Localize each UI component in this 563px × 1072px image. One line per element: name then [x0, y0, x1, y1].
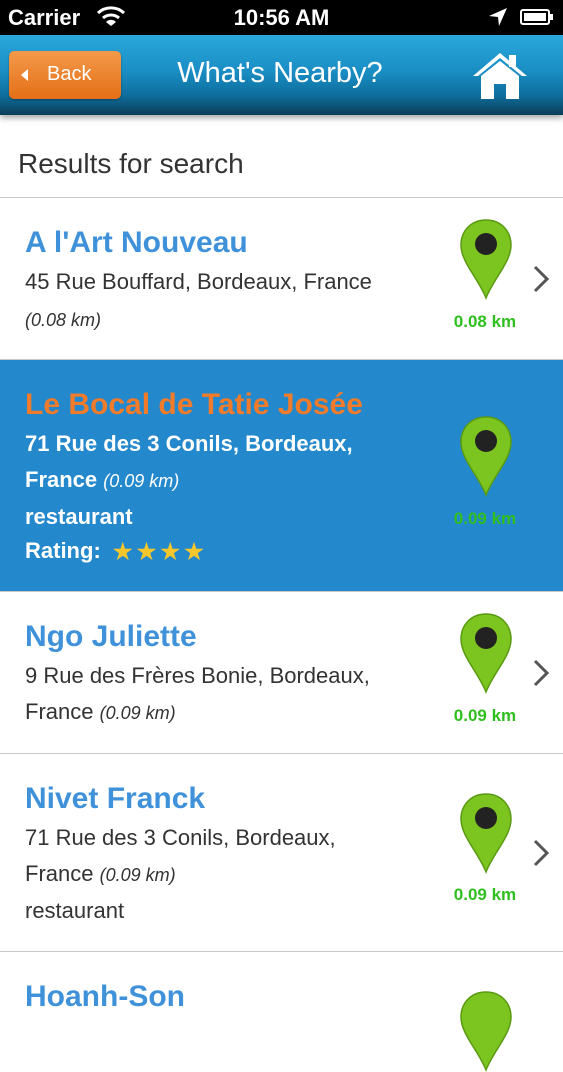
pin-distance: 0.09 km — [453, 706, 517, 725]
result-address: 45 Rue Bouffard, Bordeaux, France — [25, 269, 372, 294]
result-name: Le Bocal de Tatie Josée — [25, 388, 363, 421]
result-row-ngo-juliette[interactable]: Ngo Juliette 9 Rue des Frères Bonie, Bor… — [0, 592, 563, 754]
status-bar: Carrier 10:56 AM — [0, 0, 563, 35]
rating-label: Rating: — [25, 538, 101, 563]
result-distance-inline: (0.09 km) — [103, 471, 180, 491]
map-pin-icon — [460, 416, 512, 497]
result-address-line2: France — [25, 699, 94, 724]
section-header: Results for search — [0, 118, 563, 198]
result-name: Ngo Juliette — [25, 620, 197, 653]
section-header-label: Results for search — [18, 148, 244, 179]
result-name: A l'Art Nouveau — [25, 226, 248, 259]
result-type: restaurant — [25, 898, 125, 923]
back-button-label: Back — [47, 63, 92, 85]
result-row-a-lart-nouveau[interactable]: A l'Art Nouveau 45 Rue Bouffard, Bordeau… — [0, 198, 563, 360]
result-address: 9 Rue des Frères Bonie, Bordeaux, — [25, 663, 370, 688]
map-pin-icon — [460, 991, 512, 1072]
result-distance-inline: (0.08 km) — [25, 310, 102, 330]
navigation-bar: Back What's Nearby? — [0, 35, 563, 115]
chevron-right-icon — [533, 839, 550, 867]
result-row-le-bocal-de-tatie-josee[interactable]: Le Bocal de Tatie Josée 71 Rue des 3 Con… — [0, 360, 563, 592]
star-icon: ★ — [136, 539, 157, 565]
star-icon: ★ — [184, 539, 204, 565]
pin-distance: 0.09 km — [453, 885, 517, 904]
clock: 10:56 AM — [233, 5, 330, 30]
pin-distance: 0.08 km — [453, 312, 517, 331]
pin-distance: 0.09 km — [453, 509, 517, 528]
result-distance-inline: (0.09 km) — [99, 703, 176, 723]
result-address: 71 Rue des 3 Conils, Bordeaux, — [25, 431, 353, 456]
result-address: 71 Rue des 3 Conils, Bordeaux, — [25, 825, 336, 850]
battery-icon — [520, 9, 553, 25]
map-pin-icon — [460, 793, 512, 874]
home-icon — [473, 53, 527, 99]
home-button[interactable] — [471, 49, 529, 103]
star-icon: ★ — [112, 539, 133, 565]
result-address-line2: France — [25, 861, 94, 886]
result-type: restaurant — [25, 504, 133, 529]
back-button[interactable]: Back — [9, 51, 121, 99]
star-icon: ★ — [160, 539, 181, 565]
map-pin-icon — [460, 219, 512, 300]
result-name: Hoanh-Son — [25, 980, 185, 1013]
result-distance-inline: (0.09 km) — [99, 865, 176, 885]
result-row-nivet-franck[interactable]: Nivet Franck 71 Rue des 3 Conils, Bordea… — [0, 754, 563, 952]
result-name: Nivet Franck — [25, 782, 206, 815]
location-arrow-icon — [488, 7, 508, 33]
chevron-right-icon — [533, 659, 550, 687]
result-row-hoanh-son[interactable]: Hoanh-Son — [0, 952, 563, 1072]
back-arrow-icon — [21, 69, 28, 81]
page-title: What's Nearby? — [177, 57, 383, 89]
rating-stars: ★ ★ ★ ★ — [113, 539, 208, 565]
chevron-right-icon — [533, 265, 550, 293]
result-address-line2: France — [25, 467, 98, 492]
map-pin-icon — [460, 613, 512, 694]
